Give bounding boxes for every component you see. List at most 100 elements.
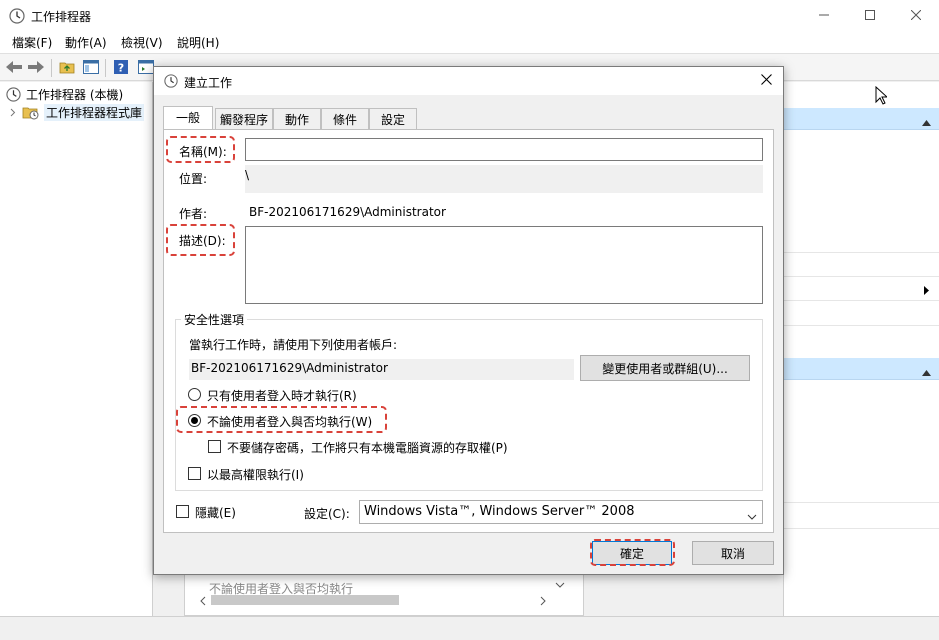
clock-icon	[9, 8, 25, 27]
menu-file[interactable]: 檔案(F)	[12, 34, 52, 51]
create-task-dialog: 建立工作 一般 觸發程序 動作 條件 設定 名稱(M): 位置: \ 作者: B…	[153, 66, 784, 575]
menu-action[interactable]: 動作(A)	[65, 34, 107, 51]
selected-item-section-header[interactable]	[784, 358, 939, 380]
forward-arrow-icon	[27, 60, 45, 77]
clock-icon	[164, 74, 178, 91]
main-window-title: 工作排程器	[31, 10, 92, 24]
radio-run-logged-on-label[interactable]: 只有使用者登入時才執行(R)	[207, 387, 357, 404]
properties-icon	[138, 59, 154, 77]
help-icon: ?	[113, 59, 129, 78]
actions-section-header[interactable]	[784, 108, 939, 130]
clock-icon	[6, 87, 21, 102]
hidden-label[interactable]: 隱藏(E)	[195, 504, 236, 521]
status-bar	[0, 616, 939, 640]
hidden-checkbox[interactable]	[176, 505, 189, 518]
configure-select-value: Windows Vista™, Windows Server™ 2008	[364, 504, 635, 519]
tree-item-root[interactable]: 工作排程器 (本機)	[6, 86, 123, 103]
close-button[interactable]	[893, 0, 939, 31]
divider	[784, 325, 939, 326]
navigation-tree: 工作排程器 (本機) 工作排程器程式庫	[0, 82, 153, 616]
divider	[784, 502, 939, 503]
cancel-button-label: 取消	[720, 546, 745, 561]
chevron-right-icon	[10, 108, 16, 117]
description-label: 描述(D):	[179, 234, 226, 248]
chevron-left-icon[interactable]	[200, 595, 206, 609]
author-label: 作者:	[179, 207, 208, 221]
menu-bar: 檔案(F) 動作(A) 檢視(V) 說明(H)	[0, 31, 939, 53]
divider	[784, 276, 939, 277]
security-options-legend: 安全性選項	[181, 311, 248, 328]
highest-privileges-checkbox[interactable]	[188, 467, 201, 480]
collapse-up-icon	[922, 365, 931, 379]
dialog-close-button[interactable]	[753, 69, 779, 93]
collapse-up-icon	[922, 115, 931, 129]
ok-button-label: 確定	[619, 546, 644, 561]
account-prompt: 當執行工作時，請使用下列使用者帳戶:	[189, 338, 398, 352]
location-value: \	[245, 168, 250, 182]
tab-actions[interactable]: 動作	[273, 108, 321, 129]
show-pane-button[interactable]	[81, 58, 101, 78]
dialog-title: 建立工作	[184, 76, 233, 90]
tab-triggers[interactable]: 觸發程序	[215, 108, 273, 129]
location-label: 位置:	[179, 172, 208, 186]
divider	[784, 528, 939, 529]
cancel-button[interactable]: 取消	[692, 541, 774, 565]
account-field: BF-202106171629\Administrator	[189, 359, 574, 380]
maximize-icon	[865, 9, 875, 23]
tree-item-library[interactable]: 工作排程器程式庫	[10, 104, 145, 121]
name-label: 名稱(M):	[179, 145, 227, 159]
configure-label: 設定(C):	[304, 507, 350, 521]
highest-privileges-label[interactable]: 以最高權限執行(I)	[207, 466, 304, 483]
minimize-icon	[819, 9, 829, 23]
pane-icon	[83, 59, 99, 77]
general-tab-panel: 名稱(M): 位置: \ 作者: BF-202106171629\Adminis…	[163, 129, 774, 533]
minimize-button[interactable]	[801, 0, 847, 31]
toolbar-separator	[51, 59, 52, 77]
background-general-panel: 不論使用者登入與否均執行	[184, 570, 584, 616]
tab-conditions[interactable]: 條件	[321, 108, 369, 129]
submenu-arrow-icon[interactable]	[924, 284, 929, 298]
folder-up-icon	[59, 60, 75, 77]
change-user-button-label: 變更使用者或群組(U)...	[602, 361, 728, 376]
description-input[interactable]	[245, 226, 763, 304]
menu-help[interactable]: 說明(H)	[177, 34, 219, 51]
chevron-down-icon	[747, 509, 757, 524]
name-input[interactable]	[245, 138, 763, 161]
change-user-button[interactable]: 變更使用者或群組(U)...	[580, 355, 750, 381]
maximize-button[interactable]	[847, 0, 893, 31]
back-arrow-icon	[5, 60, 23, 77]
menu-view[interactable]: 檢視(V)	[121, 34, 163, 51]
help-button[interactable]: ?	[111, 58, 131, 78]
radio-run-always-label[interactable]: 不論使用者登入與否均執行(W)	[207, 413, 372, 430]
main-title-bar: 工作排程器	[0, 0, 939, 31]
no-store-password-checkbox[interactable]	[208, 440, 221, 453]
svg-text:?: ?	[118, 61, 124, 74]
divider	[784, 252, 939, 253]
mouse-cursor-icon	[875, 85, 889, 108]
close-icon	[760, 74, 772, 88]
tree-item-root-label: 工作排程器 (本機)	[26, 88, 124, 102]
tab-settings[interactable]: 設定	[369, 108, 417, 129]
folder-clock-icon	[22, 105, 39, 120]
account-value: BF-202106171629\Administrator	[191, 361, 388, 375]
author-value: BF-202106171629\Administrator	[249, 205, 446, 219]
radio-run-logged-on[interactable]	[188, 388, 201, 401]
ok-button[interactable]: 確定	[592, 541, 672, 565]
back-button[interactable]	[4, 58, 24, 78]
dialog-title-bar: 建立工作	[154, 67, 783, 95]
location-field: \	[245, 165, 763, 193]
no-store-password-label[interactable]: 不要儲存密碼，工作將只有本機電腦資源的存取權(P)	[227, 439, 508, 456]
configure-select[interactable]: Windows Vista™, Windows Server™ 2008	[359, 500, 763, 524]
tree-item-library-label: 工作排程器程式庫	[44, 104, 145, 121]
radio-run-always[interactable]	[188, 414, 201, 427]
actions-pane	[783, 82, 939, 616]
horizontal-scrollbar-thumb[interactable]	[211, 595, 399, 605]
chevron-right-icon[interactable]	[540, 595, 546, 609]
divider	[784, 300, 939, 301]
chevron-down-icon[interactable]	[555, 577, 565, 591]
up-folder-button[interactable]	[57, 58, 77, 78]
radio-selected-dot	[191, 417, 198, 424]
tab-general[interactable]: 一般	[163, 106, 213, 129]
forward-button[interactable]	[26, 58, 46, 78]
toolbar-separator	[105, 59, 106, 77]
